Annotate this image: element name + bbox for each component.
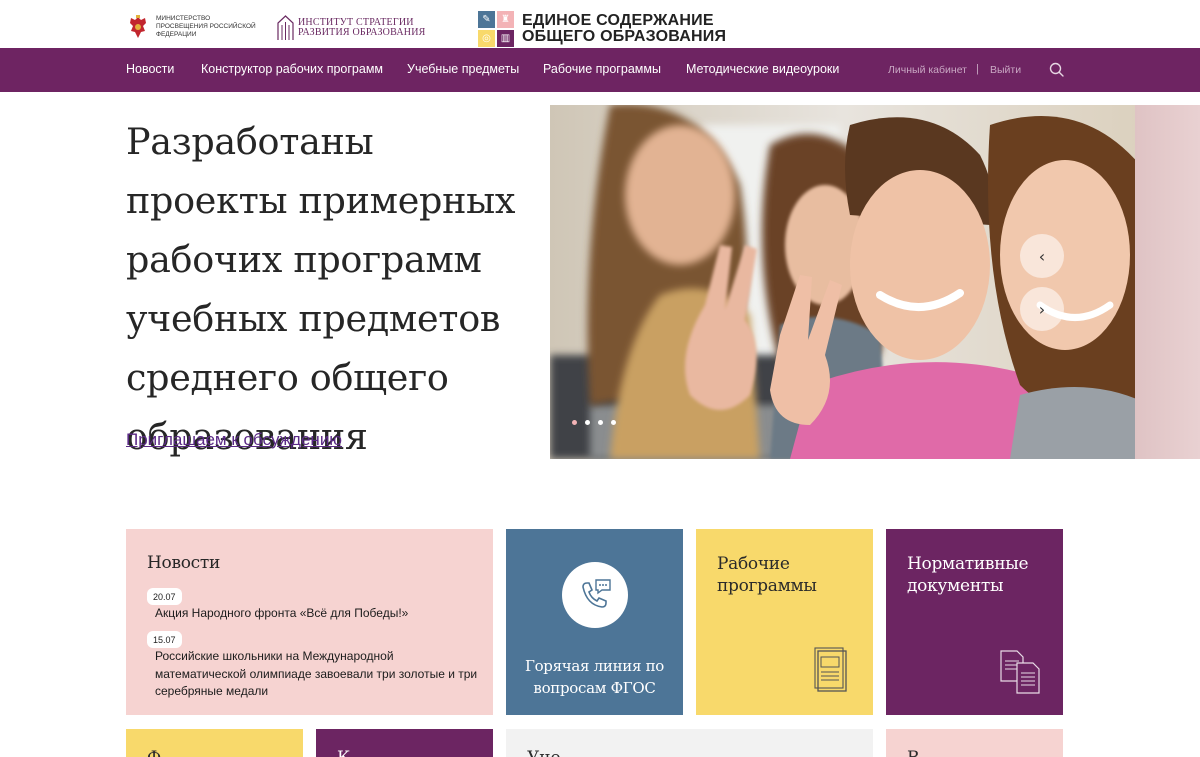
tile-title: Уче [527, 747, 561, 757]
chevron-right-icon: › [1038, 299, 1046, 319]
slider-dot[interactable] [598, 420, 603, 425]
main-nav: Новости Конструктор рабочих программ Уче… [0, 48, 1200, 92]
logout-link[interactable]: Выйти [990, 64, 1021, 76]
news-text[interactable]: Акция Народного фронта «Всё для Победы!» [155, 605, 483, 623]
work-programs-title: Рабочие программы [717, 554, 817, 596]
news-tile-title[interactable]: Новости [147, 552, 220, 574]
hero-title: Разработаны проекты примерных рабочих пр… [126, 120, 516, 458]
book-icon: ▥ [497, 30, 514, 47]
slide-photo [550, 105, 1200, 459]
nav-item-news[interactable]: Новости [126, 62, 174, 76]
phone-chat-icon [562, 562, 628, 628]
regulations-tile[interactable]: Нормативные документы [886, 529, 1063, 715]
tile-row2-1[interactable]: Ф [126, 729, 303, 757]
ministry-name: Министерство просвещения Российской Феде… [156, 15, 256, 38]
tile-title: В [907, 747, 920, 757]
nav-item-program-builder[interactable]: Конструктор рабочих программ [201, 62, 383, 76]
nav-item-video-lessons[interactable]: Методические видеоуроки [686, 62, 839, 76]
pencil-icon: ✎ [478, 11, 495, 28]
award-icon: ♜ [497, 11, 514, 28]
ministry-logo[interactable]: Министерство просвещения Российской Феде… [126, 14, 256, 40]
documents-icon [1000, 650, 1040, 694]
hotline-tile[interactable]: Горячая линия по вопросам ФГОС [506, 529, 683, 715]
institute-name: Институт стратегии развития образования [298, 17, 426, 38]
header: Министерство просвещения Российской Феде… [0, 0, 1200, 48]
nav-separator: | [976, 63, 979, 75]
site-logo-icon: ✎ ♜ ◎ ▥ [478, 11, 514, 47]
slider-next-button[interactable]: › [1020, 287, 1064, 331]
work-programs-tile[interactable]: Рабочие программы [696, 529, 873, 715]
site-name: ЕДИНОЕ СОДЕРЖАНИЕ ОБЩЕГО ОБРАЗОВАНИЯ [522, 12, 727, 45]
slider-dot[interactable] [572, 420, 577, 425]
institute-logo[interactable]: Институт стратегии развития образования [277, 15, 425, 41]
tile-row2-2[interactable]: К [316, 729, 493, 757]
news-date: 15.07 [147, 631, 182, 648]
regulations-title: Нормативные документы [907, 554, 1029, 596]
news-date: 20.07 [147, 588, 182, 605]
next-slide-peek [1135, 105, 1200, 459]
news-item[interactable]: 20.07 Акция Народного фронта «Всё для По… [147, 587, 483, 623]
account-link[interactable]: Личный кабинет [888, 64, 967, 76]
search-icon[interactable] [1048, 61, 1066, 79]
nav-item-work-programs[interactable]: Рабочие программы [543, 62, 661, 76]
tile-row2-4[interactable]: В [886, 729, 1063, 757]
coat-of-arms-icon [130, 15, 146, 38]
tile-row2-3[interactable]: Уче [506, 729, 873, 757]
document-icon [814, 647, 847, 692]
tile-title: Ф [147, 747, 161, 757]
nav-item-subjects[interactable]: Учебные предметы [407, 62, 519, 76]
institute-mark-icon [277, 15, 294, 40]
site-logo[interactable]: ✎ ♜ ◎ ▥ ЕДИНОЕ СОДЕРЖАНИЕ ОБЩЕГО ОБРАЗОВ… [478, 11, 726, 47]
chevron-left-icon: ‹ [1038, 246, 1046, 266]
hotline-title: Горячая линия по вопросам ФГОС [524, 657, 665, 697]
hero-slider[interactable]: ‹ › [550, 105, 1200, 459]
tile-title: К [337, 747, 350, 757]
slider-dots [572, 420, 616, 425]
discussion-link[interactable]: Приглашаем к обсуждению [126, 430, 342, 450]
news-item[interactable]: 15.07 Российские школьники на Международ… [147, 630, 483, 701]
slider-dot[interactable] [585, 420, 590, 425]
news-text[interactable]: Российские школьники на Международной ма… [155, 648, 483, 701]
slider-prev-button[interactable]: ‹ [1020, 234, 1064, 278]
slider-dot[interactable] [611, 420, 616, 425]
news-tile: Новости 20.07 Акция Народного фронта «Вс… [126, 529, 493, 715]
globe-icon: ◎ [478, 30, 495, 47]
